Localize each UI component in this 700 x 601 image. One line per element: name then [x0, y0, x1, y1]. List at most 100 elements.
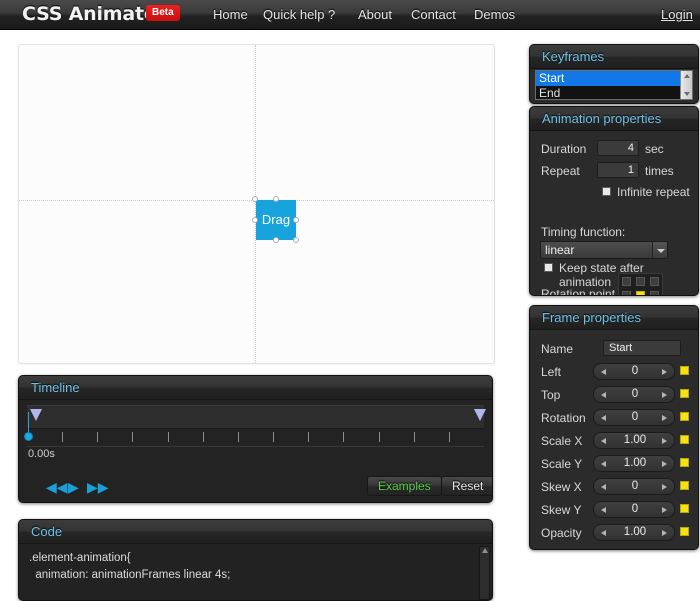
top-stepper[interactable]: 0	[593, 386, 675, 403]
chevron-up-icon[interactable]	[482, 548, 488, 553]
timing-function-label: Timing function:	[541, 225, 626, 239]
resize-handle-bottom-right[interactable]	[293, 237, 299, 243]
increment-icon[interactable]	[662, 415, 667, 421]
code-output-area[interactable]: .element-animation{ animation: animation…	[19, 544, 492, 600]
increment-icon[interactable]	[662, 484, 667, 490]
keyframe-list-item-end[interactable]: End	[536, 86, 692, 101]
scale-y-row: Scale Y 1.00	[530, 454, 698, 476]
infinite-repeat-checkbox[interactable]	[602, 187, 611, 196]
skew-x-stepper[interactable]: 0	[593, 478, 675, 495]
scale-x-keyframe-toggle[interactable]	[680, 435, 689, 444]
duration-input[interactable]: 4	[597, 140, 639, 156]
resize-handle-top-center[interactable]	[273, 196, 279, 202]
keyframes-scrollbar[interactable]	[680, 71, 692, 99]
skew-y-keyframe-toggle[interactable]	[680, 504, 689, 513]
frame-name-input[interactable]: Start	[603, 340, 681, 356]
play-icon[interactable]: ▶	[68, 480, 79, 494]
keyframe-list-item-start[interactable]: Start	[536, 71, 692, 86]
timeline-tick	[62, 432, 63, 442]
fast-forward-icon[interactable]: ▶▶	[87, 480, 109, 494]
timeline-track[interactable]	[27, 405, 486, 429]
scale-y-keyframe-toggle[interactable]	[680, 458, 689, 467]
increment-icon[interactable]	[662, 530, 667, 536]
rotation-keyframe-toggle[interactable]	[680, 412, 689, 421]
rotation-cell-top-center[interactable]	[636, 277, 645, 286]
examples-button[interactable]: Examples	[367, 476, 442, 496]
timeline-tick	[379, 432, 380, 442]
frame-name-row: Name Start	[530, 339, 698, 361]
skew-x-keyframe-toggle[interactable]	[680, 481, 689, 490]
timing-function-select[interactable]: linear	[540, 241, 668, 259]
left-label: Left	[541, 365, 562, 379]
timeline-tick	[97, 432, 98, 442]
keyframes-panel: Keyframes Start End	[529, 44, 699, 104]
increment-icon[interactable]	[662, 438, 667, 444]
scale-y-label: Scale Y	[541, 457, 583, 471]
rotation-cell-top-left[interactable]	[622, 277, 631, 286]
opacity-stepper[interactable]: 1.00	[593, 524, 675, 541]
nav-link-about[interactable]: About	[358, 7, 392, 22]
reset-button[interactable]: Reset	[441, 476, 492, 496]
timeline-current-time: 0.00s	[28, 448, 55, 460]
keyframes-listbox[interactable]: Start End	[535, 70, 693, 100]
rotation-stepper[interactable]: 0	[593, 409, 675, 426]
timeline-panel: Timeline 0.00s ◀◀ ▶ ▶▶ Examples Reset	[18, 375, 493, 503]
top-label: Top	[541, 388, 561, 402]
chevron-up-icon[interactable]	[684, 74, 690, 78]
keyframe-marker-end[interactable]	[474, 409, 486, 421]
rotation-point-picker[interactable]	[618, 273, 663, 295]
duration-unit: sec	[645, 142, 664, 156]
increment-icon[interactable]	[662, 392, 667, 398]
skew-y-stepper[interactable]: 0	[593, 501, 675, 518]
resize-handle-top-left[interactable]	[252, 196, 258, 202]
nav-link-contact[interactable]: Contact	[411, 7, 456, 22]
increment-icon[interactable]	[662, 369, 667, 375]
keyframe-marker-start[interactable]	[30, 409, 42, 421]
timeline-tick	[308, 432, 309, 442]
animation-properties-title: Animation properties	[530, 107, 698, 131]
opacity-keyframe-toggle[interactable]	[680, 527, 689, 536]
code-panel: Code .element-animation{ animation: anim…	[18, 519, 493, 601]
timeline-tick	[273, 432, 274, 442]
rotation-cell-center[interactable]	[636, 291, 645, 295]
animation-stage[interactable]: Drag	[18, 44, 495, 364]
skew-x-label: Skew X	[541, 480, 582, 494]
nav-link-quick-help[interactable]: Quick help ?	[263, 7, 335, 22]
nav-link-demos[interactable]: Demos	[474, 7, 515, 22]
code-scrollbar[interactable]	[479, 546, 490, 600]
top-keyframe-toggle[interactable]	[680, 389, 689, 398]
code-output-text: .element-animation{ animation: animation…	[29, 552, 231, 581]
resize-handle-middle-right[interactable]	[293, 217, 299, 223]
rotation-cell-top-right[interactable]	[650, 277, 659, 286]
left-stepper[interactable]: 0	[593, 363, 675, 380]
beta-badge: Beta	[146, 5, 180, 21]
resize-handle-middle-left[interactable]	[252, 217, 258, 223]
scale-x-stepper[interactable]: 1.00	[593, 432, 675, 449]
increment-icon[interactable]	[662, 461, 667, 467]
timeline-tick	[132, 432, 133, 442]
keep-state-checkbox[interactable]	[544, 263, 553, 272]
rotation-cell-middle-left[interactable]	[622, 291, 631, 295]
animation-properties-panel: Animation properties Duration 4 sec Repe…	[529, 106, 699, 296]
timeline-tick	[168, 432, 169, 442]
timeline-panel-title: Timeline	[19, 376, 492, 400]
increment-icon[interactable]	[662, 507, 667, 513]
infinite-repeat-label: Infinite repeat	[617, 185, 690, 199]
chevron-down-icon[interactable]	[652, 242, 667, 258]
timeline-body: 0.00s ◀◀ ▶ ▶▶ Examples Reset	[19, 400, 492, 502]
resize-handle-bottom-center[interactable]	[273, 237, 279, 243]
left-keyframe-toggle[interactable]	[680, 366, 689, 375]
duration-row: Duration 4 sec	[530, 139, 698, 161]
scale-y-stepper[interactable]: 1.00	[593, 455, 675, 472]
skew-y-row: Skew Y 0	[530, 500, 698, 522]
nav-link-login[interactable]: Login	[661, 7, 693, 22]
rewind-icon[interactable]: ◀◀	[46, 480, 68, 494]
animation-properties-body: Duration 4 sec Repeat 1 times Infinite r…	[530, 131, 698, 295]
keyframes-panel-title: Keyframes	[530, 45, 698, 69]
repeat-input[interactable]: 1	[597, 162, 639, 178]
chevron-down-icon[interactable]	[684, 92, 690, 96]
nav-link-home[interactable]: Home	[213, 7, 248, 22]
rotation-cell-middle-right[interactable]	[650, 291, 659, 295]
draggable-element[interactable]: Drag	[252, 196, 299, 243]
opacity-row: Opacity 1.00	[530, 523, 698, 545]
